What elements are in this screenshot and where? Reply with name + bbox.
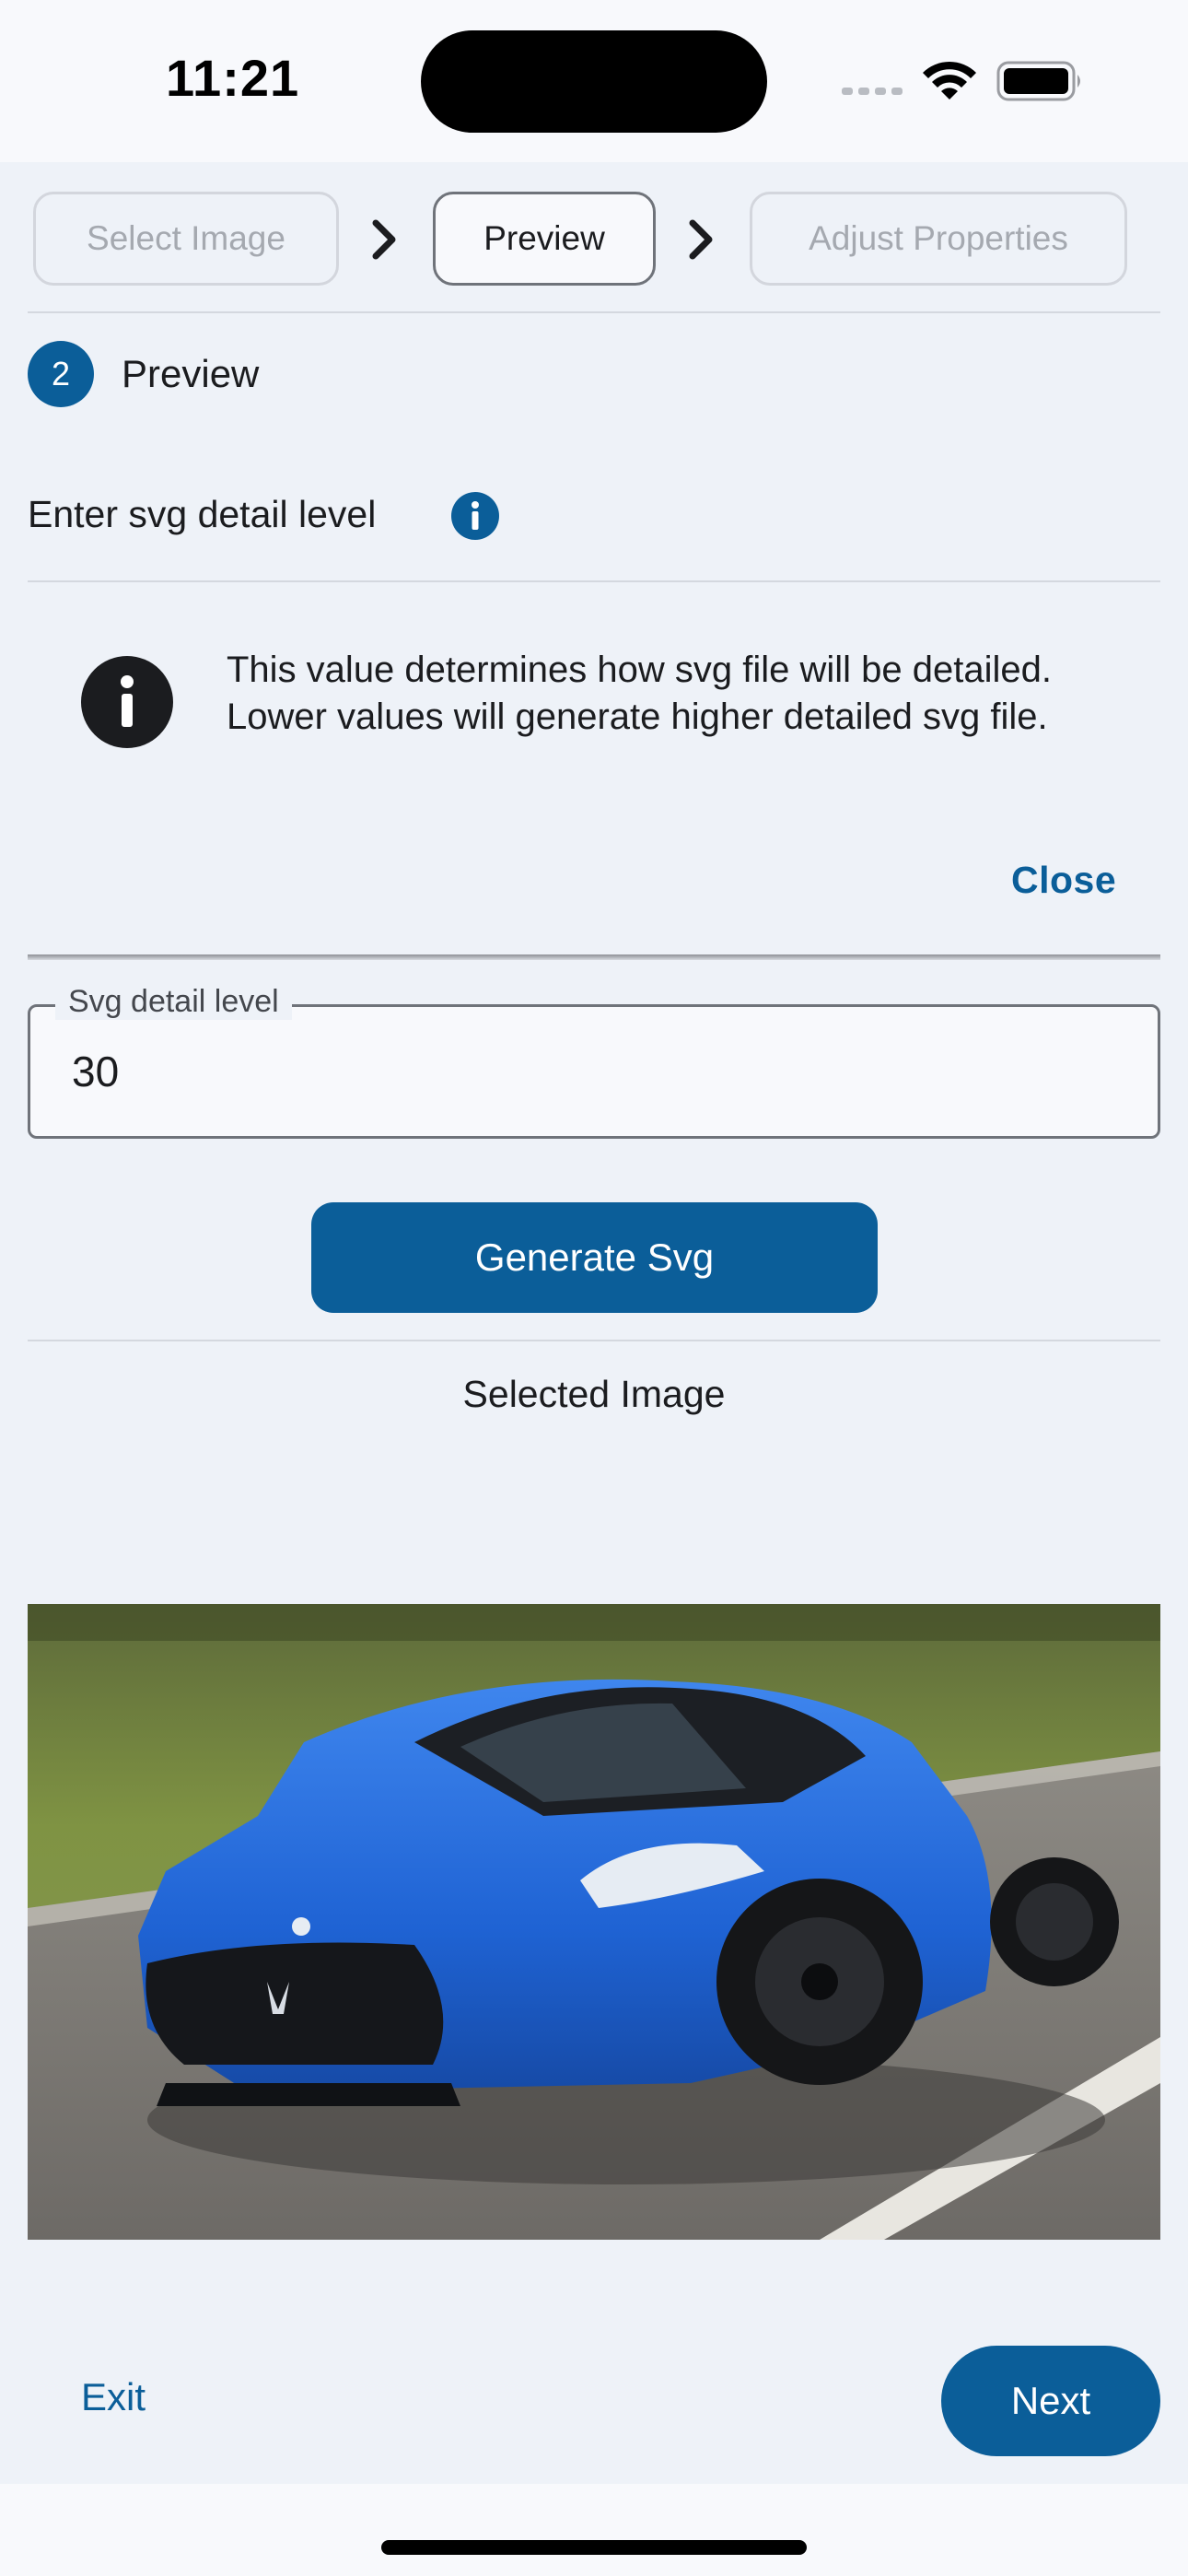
exit-button[interactable]: Exit xyxy=(81,2375,146,2419)
divider xyxy=(28,1340,1160,1341)
svg-detail-field-label: Svg detail level xyxy=(55,984,292,1020)
step-title: Preview xyxy=(122,352,260,395)
stepper: Select Image Preview Adjust Properties xyxy=(0,162,1188,313)
status-time: 11:21 xyxy=(166,49,300,107)
divider xyxy=(28,311,1160,313)
next-button[interactable]: Next xyxy=(941,2346,1160,2456)
svg-detail-input[interactable] xyxy=(72,1047,1085,1096)
generate-svg-button[interactable]: Generate Svg xyxy=(311,1202,878,1313)
info-banner-text: This value determines how svg file will … xyxy=(227,650,1052,737)
close-button[interactable]: Close xyxy=(1011,859,1116,902)
info-icon[interactable] xyxy=(450,491,500,541)
step-adjust-properties[interactable]: Adjust Properties xyxy=(750,192,1127,286)
selected-image-label: Selected Image xyxy=(462,1373,726,1415)
status-bar: 11:21 xyxy=(0,0,1188,162)
signal-icon xyxy=(842,88,903,95)
home-indicator[interactable] xyxy=(381,2540,807,2555)
detail-level-label: Enter svg detail level xyxy=(28,493,377,535)
home-area xyxy=(0,2484,1188,2576)
step-select-image[interactable]: Select Image xyxy=(33,192,339,286)
step-preview[interactable]: Preview xyxy=(433,192,656,286)
info-filled-icon xyxy=(81,656,173,748)
chevron-right-icon xyxy=(372,219,396,260)
wifi-icon xyxy=(923,61,976,100)
selected-image-preview xyxy=(28,1604,1160,2240)
chevron-right-icon xyxy=(689,219,713,260)
dynamic-island xyxy=(421,30,767,133)
banner-shadow xyxy=(28,954,1160,960)
info-banner xyxy=(28,580,1160,960)
battery-icon xyxy=(996,61,1080,101)
step-number-badge: 2 xyxy=(28,341,94,407)
